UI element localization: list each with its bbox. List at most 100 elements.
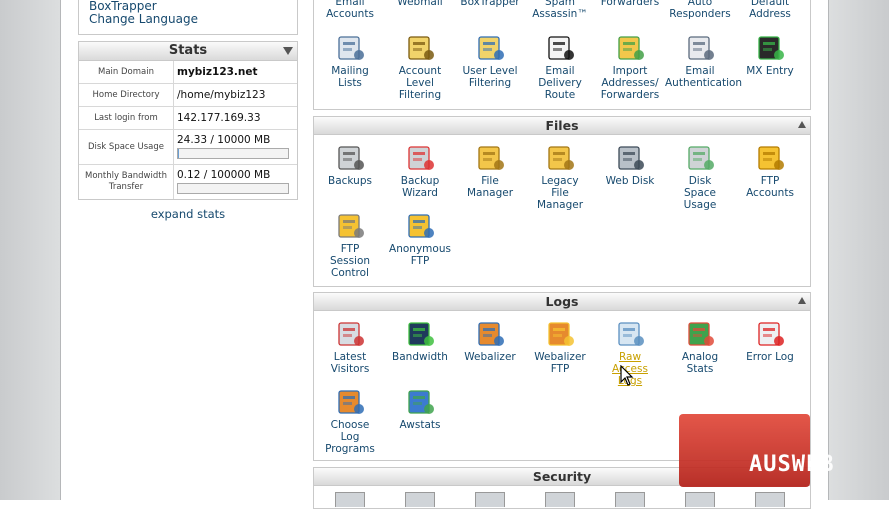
collapse-arrow-icon[interactable] bbox=[798, 121, 806, 128]
analog-stats-item[interactable]: AnalogStats bbox=[665, 319, 735, 375]
stat-value: mybiz123.net bbox=[174, 61, 297, 83]
item-label: BackupWizard bbox=[385, 175, 455, 199]
import-addresses-icon bbox=[614, 33, 646, 63]
collapse-triangle-icon[interactable] bbox=[283, 47, 293, 55]
ftp-accounts-icon bbox=[754, 143, 786, 173]
stats-box: Stats Main Domain mybiz123.net Home Dire… bbox=[78, 41, 298, 200]
boxtrapper-link[interactable]: BoxTrapper bbox=[455, 0, 525, 8]
webalizer-ftp-item[interactable]: WebalizerFTP bbox=[525, 319, 595, 375]
quick-links-box: BoxTrapper Change Language bbox=[78, 0, 298, 35]
logs-panel-header[interactable]: Logs bbox=[314, 293, 810, 311]
item-label: MX Entry bbox=[735, 65, 805, 77]
raw-access-logs-icon bbox=[614, 319, 646, 349]
stat-label: Disk Space Usage bbox=[79, 130, 174, 164]
disk-space-usage-item[interactable]: DiskSpaceUsage bbox=[665, 143, 735, 211]
stat-value: 24.33 / 10000 MB bbox=[177, 134, 297, 146]
backup-wizard-item[interactable]: BackupWizard bbox=[385, 143, 455, 199]
webalizer-item[interactable]: Webalizer bbox=[455, 319, 525, 363]
mouse-cursor-icon bbox=[620, 365, 634, 387]
item-label: Web Disk bbox=[595, 175, 665, 187]
mailing-lists-item[interactable]: MailingLists bbox=[315, 33, 385, 89]
item-label: EmailAuthentication bbox=[665, 65, 735, 89]
webalizer-ftp-icon bbox=[544, 319, 576, 349]
email-authentication-icon bbox=[684, 33, 716, 63]
stat-value: 0.12 / 100000 MB bbox=[177, 169, 297, 181]
import-addresses-forwarders-item[interactable]: ImportAddresses/Forwarders bbox=[595, 33, 665, 101]
left-gutter bbox=[0, 0, 61, 500]
email-accounts-link[interactable]: EmailAccounts bbox=[315, 0, 385, 20]
left-column: BoxTrapper Change Language Stats Main Do… bbox=[78, 0, 298, 221]
anonymous-ftp-icon bbox=[404, 211, 436, 241]
anonymous-ftp-item[interactable]: AnonymousFTP bbox=[385, 211, 455, 267]
expand-stats-link[interactable]: expand stats bbox=[78, 207, 298, 221]
latest-visitors-item[interactable]: LatestVisitors bbox=[315, 319, 385, 375]
item-label: LatestVisitors bbox=[315, 351, 385, 375]
change-language-link[interactable]: Change Language bbox=[79, 13, 297, 26]
mx-entry-icon bbox=[754, 33, 786, 63]
web-disk-icon bbox=[614, 143, 646, 173]
right-gutter bbox=[828, 0, 889, 500]
error-log-icon bbox=[754, 319, 786, 349]
webmail-link[interactable]: Webmail bbox=[385, 0, 455, 8]
ftp-session-control-icon bbox=[334, 211, 366, 241]
bandwidth-item[interactable]: Bandwidth bbox=[385, 319, 455, 363]
item-label: FTPAccounts bbox=[735, 175, 805, 199]
item-label: ChooseLogPrograms bbox=[315, 419, 385, 455]
stat-label: Home Directory bbox=[79, 84, 174, 106]
error-log-item[interactable]: Error Log bbox=[735, 319, 805, 363]
email-authentication-item[interactable]: EmailAuthentication bbox=[665, 33, 735, 89]
user-level-filtering-item[interactable]: User LevelFiltering bbox=[455, 33, 525, 89]
email-delivery-route-icon bbox=[544, 33, 576, 63]
ftp-session-control-item[interactable]: FTPSessionControl bbox=[315, 211, 385, 279]
collapse-arrow-icon[interactable] bbox=[798, 297, 806, 304]
item-label: LegacyFileManager bbox=[525, 175, 595, 211]
item-label: FTPSessionControl bbox=[315, 243, 385, 279]
files-panel-title: Files bbox=[545, 118, 578, 133]
awstats-icon bbox=[404, 387, 436, 417]
backup-wizard-icon bbox=[404, 143, 436, 173]
stat-value-cell: 0.12 / 100000 MB bbox=[174, 165, 297, 199]
file-manager-icon bbox=[474, 143, 506, 173]
mx-entry-item[interactable]: MX Entry bbox=[735, 33, 805, 77]
stat-value: 142.177.169.33 bbox=[174, 107, 297, 129]
item-label: DiskSpaceUsage bbox=[665, 175, 735, 211]
stat-row-home-directory: Home Directory /home/mybiz123 bbox=[79, 84, 297, 107]
awstats-item[interactable]: Awstats bbox=[385, 387, 455, 431]
item-label: AccountLevelFiltering bbox=[385, 65, 455, 101]
spam-assassin-link[interactable]: SpamAssassin™ bbox=[525, 0, 595, 20]
files-panel-header[interactable]: Files bbox=[314, 117, 810, 135]
backups-icon bbox=[334, 143, 366, 173]
item-label: FileManager bbox=[455, 175, 525, 199]
web-disk-item[interactable]: Web Disk bbox=[595, 143, 665, 187]
bandwidth-icon bbox=[404, 319, 436, 349]
backups-item[interactable]: Backups bbox=[315, 143, 385, 187]
item-label: Awstats bbox=[385, 419, 455, 431]
file-manager-item[interactable]: FileManager bbox=[455, 143, 525, 199]
mailing-lists-icon bbox=[334, 33, 366, 63]
logs-panel-title: Logs bbox=[546, 294, 579, 309]
item-label: AnonymousFTP bbox=[385, 243, 455, 267]
account-level-filtering-item[interactable]: AccountLevelFiltering bbox=[385, 33, 455, 101]
item-label: EmailDeliveryRoute bbox=[525, 65, 595, 101]
ftp-accounts-item[interactable]: FTPAccounts bbox=[735, 143, 805, 199]
item-label: Bandwidth bbox=[385, 351, 455, 363]
bandwidth-bar bbox=[177, 183, 289, 194]
files-panel: Files Backups BackupWizard FileManager L… bbox=[313, 116, 811, 287]
auto-responders-link[interactable]: AutoResponders bbox=[665, 0, 735, 20]
item-label: AnalogStats bbox=[665, 351, 735, 375]
item-label: Backups bbox=[315, 175, 385, 187]
stat-value-cell: 24.33 / 10000 MB bbox=[174, 130, 297, 164]
email-delivery-route-item[interactable]: EmailDeliveryRoute bbox=[525, 33, 595, 101]
mail-panel: EmailAccountsWebmailBoxTrapperSpamAssass… bbox=[313, 0, 811, 110]
item-label: Webalizer bbox=[455, 351, 525, 363]
item-label: WebalizerFTP bbox=[525, 351, 595, 375]
ausweb-watermark: AUSWEB bbox=[679, 414, 810, 487]
default-address-link[interactable]: DefaultAddress bbox=[735, 0, 805, 20]
item-label: MailingLists bbox=[315, 65, 385, 89]
watermark-text: AUSWEB bbox=[749, 452, 834, 477]
account-level-filtering-icon bbox=[404, 33, 436, 63]
legacy-file-manager-item[interactable]: LegacyFileManager bbox=[525, 143, 595, 211]
forwarders-link[interactable]: Forwarders bbox=[595, 0, 665, 8]
choose-log-programs-item[interactable]: ChooseLogPrograms bbox=[315, 387, 385, 455]
stats-header[interactable]: Stats bbox=[79, 42, 297, 61]
